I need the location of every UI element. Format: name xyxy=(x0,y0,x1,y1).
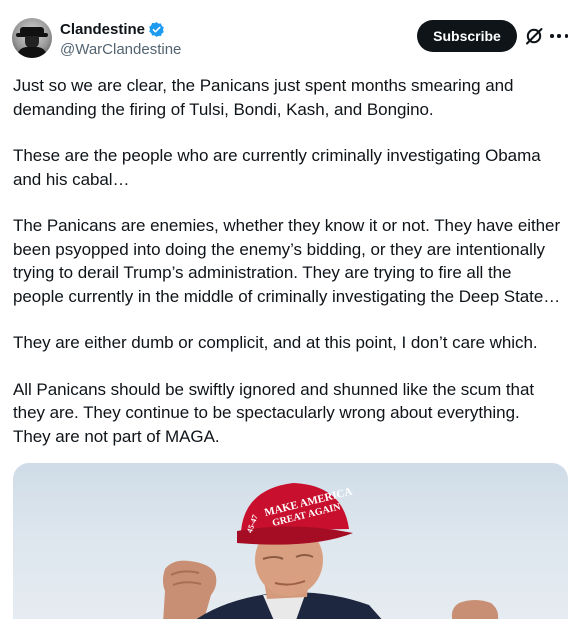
tweet-line: These are the people who are currently c… xyxy=(13,146,541,165)
avatar[interactable] xyxy=(12,18,52,58)
tweet-line: they are. They continue to be spectacula… xyxy=(13,403,520,422)
subscribe-button[interactable]: Subscribe xyxy=(417,20,517,52)
tweet-line: and his cabal… xyxy=(13,169,130,189)
tweet-header: Clandestine @WarClandestine Subscribe xyxy=(0,0,568,70)
verified-badge-icon xyxy=(149,22,164,37)
author-name-row[interactable]: Clandestine xyxy=(60,20,181,39)
tweet-line: been psyopped into doing the enemy’s bid… xyxy=(13,239,546,259)
tweet-line: trying to derail Trump’s administration.… xyxy=(13,263,512,282)
tweet-line: The Panicans are enemies, whether they k… xyxy=(13,216,561,235)
author-block: Clandestine @WarClandestine xyxy=(60,20,181,60)
grok-slash-icon[interactable] xyxy=(524,26,544,46)
author-handle[interactable]: @WarClandestine xyxy=(60,40,181,60)
author-display-name[interactable]: Clandestine xyxy=(60,20,145,39)
more-dots-icon[interactable] xyxy=(550,26,568,46)
tweet-line: They are either dumb or complicit, and a… xyxy=(13,333,538,352)
tweet-line: All Panicans should be swiftly ignored a… xyxy=(13,379,535,399)
tweet-text: Just so we are clear, the Panicans just … xyxy=(13,74,568,448)
photo-illustration: MAKE AMERICA GREAT AGAIN 45-47 xyxy=(163,483,499,619)
tweet-line: people currently in the middle of crimin… xyxy=(13,286,561,306)
tweet-line: They are not part of MAGA. xyxy=(13,426,220,446)
tweet-media-photo[interactable]: MAKE AMERICA GREAT AGAIN 45-47 xyxy=(13,463,568,619)
tweet-line: demanding the firing of Tulsi, Bondi, Ka… xyxy=(13,99,434,119)
tweet-line: Just so we are clear, the Panicans just … xyxy=(13,76,514,95)
